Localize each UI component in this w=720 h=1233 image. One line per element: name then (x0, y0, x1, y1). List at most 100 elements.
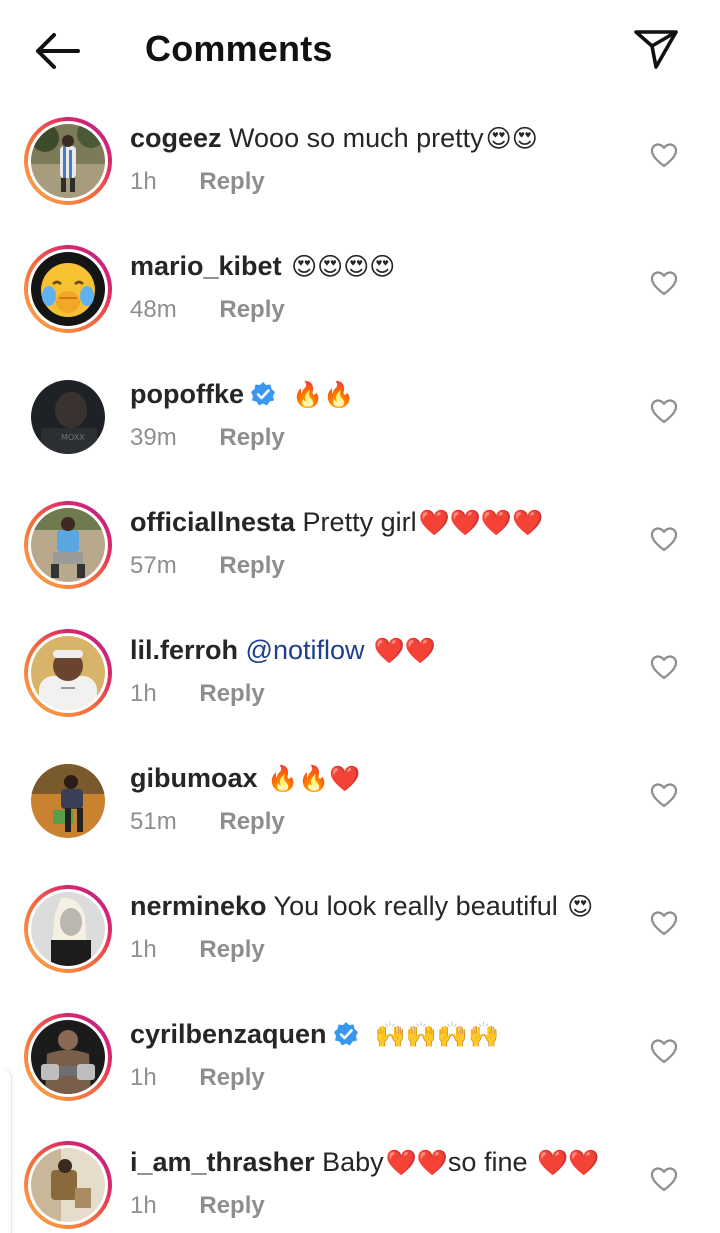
avatar[interactable] (24, 1141, 112, 1229)
heart-icon (650, 271, 678, 296)
comment-username[interactable]: cyrilbenzaquen (130, 1019, 327, 1049)
comment-username[interactable]: i_am_thrasher (130, 1147, 315, 1177)
avatar-photo (31, 1148, 105, 1222)
comment-emoji: ❤️❤️❤️❤️ (418, 509, 544, 537)
top-bar: Comments (0, 0, 720, 100)
like-button[interactable] (650, 654, 678, 680)
comment-emoji: 😍😍 (485, 125, 538, 153)
reply-button[interactable]: Reply (199, 680, 264, 708)
comment-emoji: ❤️❤️ (366, 637, 436, 665)
comment-text: cogeez Wooo so much pretty😍😍 (130, 120, 538, 157)
reply-button[interactable]: Reply (199, 1192, 264, 1220)
comment-row: mario_kibet 😍😍😍😍 48m Reply (0, 228, 720, 356)
comment-meta: 39m Reply (130, 424, 285, 452)
like-button[interactable] (650, 1038, 678, 1064)
comment-username[interactable]: officiallnesta (130, 507, 295, 537)
page-title: Comments (145, 28, 333, 69)
reply-button[interactable]: Reply (219, 424, 284, 452)
comment-text: officiallnesta Pretty girl❤️❤️❤️❤️ (130, 504, 543, 541)
reply-button[interactable]: Reply (219, 552, 284, 580)
reply-button[interactable]: Reply (219, 808, 284, 836)
mention-link[interactable]: @notiflow (246, 635, 365, 665)
comment-body (258, 763, 266, 793)
comment-meta: 1h Reply (130, 1192, 265, 1220)
avatar-photo (31, 764, 105, 838)
heart-icon (650, 1039, 678, 1064)
arrow-left-icon (36, 33, 80, 69)
comment-time: 51m (130, 808, 177, 835)
avatar[interactable] (24, 1013, 112, 1101)
heart-icon (650, 527, 678, 552)
avatar[interactable] (24, 245, 112, 333)
comment-row: nermineko You look really beautiful 😍 1h… (0, 868, 720, 996)
comment-row: lil.ferroh @notiflow ❤️❤️ 1h Reply (0, 612, 720, 740)
share-button[interactable] (632, 26, 680, 72)
avatar[interactable]: MOXX (24, 373, 112, 461)
verified-badge-icon (333, 1022, 358, 1046)
comment-meta: 1h Reply (130, 936, 265, 964)
comment-emoji: 🙌🙌🙌🙌 (374, 1021, 500, 1049)
comment-time: 1h (130, 680, 157, 707)
comment-body-continued: so fine (447, 1147, 535, 1177)
like-button[interactable] (650, 142, 678, 168)
comment-time: 1h (130, 1192, 157, 1219)
comment-text: lil.ferroh @notiflow ❤️❤️ (130, 632, 436, 669)
comments-list: cogeez Wooo so much pretty😍😍 1h Reply ma… (0, 100, 720, 1233)
comment-meta: 51m Reply (130, 808, 285, 836)
reply-button[interactable]: Reply (199, 936, 264, 964)
comment-row: cyrilbenzaquen 🙌🙌🙌🙌 1h Reply (0, 996, 720, 1124)
comment-meta: 1h Reply (130, 168, 265, 196)
comment-row: gibumoax 🔥🔥❤️ 51m Reply (0, 740, 720, 868)
heart-icon (650, 783, 678, 808)
comment-body (282, 251, 290, 281)
avatar-photo (31, 252, 105, 326)
comment-username[interactable]: lil.ferroh (130, 635, 238, 665)
avatar-photo (31, 508, 105, 582)
like-button[interactable] (650, 526, 678, 552)
comment-body (238, 635, 246, 665)
like-button[interactable] (650, 782, 678, 808)
svg-text:MOXX: MOXX (61, 433, 85, 442)
reply-button[interactable]: Reply (199, 168, 264, 196)
comment-emoji: 😍😍😍😍 (291, 253, 396, 281)
avatar[interactable] (24, 501, 112, 589)
comment-text: cyrilbenzaquen 🙌🙌🙌🙌 (130, 1016, 499, 1053)
heart-icon (650, 143, 678, 168)
comment-body: Baby (314, 1147, 384, 1177)
like-button[interactable] (650, 270, 678, 296)
heart-icon (650, 1167, 678, 1192)
comment-username[interactable]: cogeez (130, 123, 222, 153)
comment-username[interactable]: nermineko (130, 891, 267, 921)
avatar[interactable] (24, 629, 112, 717)
comment-time: 1h (130, 936, 157, 963)
avatar[interactable] (24, 117, 112, 205)
avatar-photo (31, 892, 105, 966)
comment-text: popoffke 🔥🔥 (130, 376, 354, 413)
comment-username[interactable]: mario_kibet (130, 251, 282, 281)
back-button[interactable] (30, 28, 82, 74)
comment-meta: 1h Reply (130, 1064, 265, 1092)
avatar[interactable] (24, 757, 112, 845)
comment-time: 48m (130, 296, 177, 323)
like-button[interactable] (650, 1166, 678, 1192)
comment-text: gibumoax 🔥🔥❤️ (130, 760, 360, 797)
comment-text: mario_kibet 😍😍😍😍 (130, 248, 395, 285)
comment-time: 57m (130, 552, 177, 579)
reply-button[interactable]: Reply (219, 296, 284, 324)
heart-icon (650, 655, 678, 680)
comment-emoji: ❤️❤️ (385, 1149, 448, 1177)
comment-meta: 48m Reply (130, 296, 285, 324)
like-button[interactable] (650, 910, 678, 936)
comment-body: You look really beautiful (266, 891, 566, 921)
comment-username[interactable]: popoffke (130, 379, 244, 409)
comment-emoji: 😍 (567, 893, 594, 921)
comment-username[interactable]: gibumoax (130, 763, 258, 793)
comment-time: 1h (130, 1064, 157, 1091)
avatar[interactable] (24, 885, 112, 973)
reply-button[interactable]: Reply (199, 1064, 264, 1092)
like-button[interactable] (650, 398, 678, 424)
comment-text: nermineko You look really beautiful 😍 (130, 888, 593, 925)
avatar-photo (31, 636, 105, 710)
edge-panel-handle[interactable] (0, 1068, 12, 1233)
avatar-photo (31, 1020, 105, 1094)
